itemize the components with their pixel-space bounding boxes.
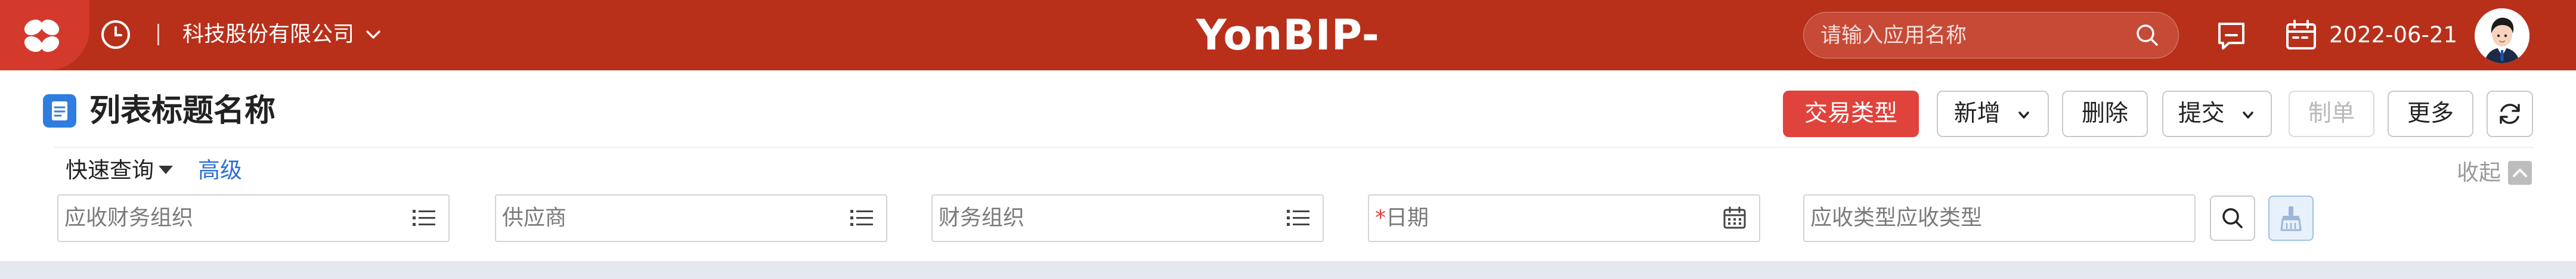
brand-logo-text: YonBIP-HOP bbox=[1196, 11, 1380, 116]
search-icon[interactable] bbox=[2134, 21, 2161, 49]
add-button-label: 新增 bbox=[1953, 100, 2001, 127]
chevron-down-icon[interactable] bbox=[363, 24, 384, 45]
page-title-icon bbox=[43, 94, 76, 128]
list-icon[interactable] bbox=[1286, 206, 1311, 230]
header-separator bbox=[157, 24, 159, 45]
make-button[interactable]: 制单 bbox=[2289, 91, 2374, 137]
receivable-type-placeholder: 应收类型应收类型 bbox=[1810, 206, 1983, 230]
broom-icon bbox=[2280, 206, 2302, 231]
quick-query-toggle[interactable]: 快速查询 bbox=[66, 154, 154, 187]
company-name[interactable]: 科技股份有限公司 bbox=[182, 18, 354, 51]
supplier-field[interactable]: 供应商 bbox=[495, 194, 887, 242]
search-icon bbox=[2222, 208, 2243, 228]
chevron-down-icon bbox=[2018, 111, 2029, 119]
calendar-icon[interactable] bbox=[1722, 206, 1747, 230]
submit-button[interactable]: 提交 bbox=[2162, 91, 2272, 137]
app-logo[interactable] bbox=[0, 0, 89, 70]
receivable-org-placeholder: 应收财务组织 bbox=[64, 206, 194, 230]
finance-org-field[interactable]: 财务组织 bbox=[931, 194, 1324, 242]
collapse-up-icon[interactable] bbox=[2508, 161, 2532, 185]
advanced-query-link[interactable]: 高级 bbox=[198, 154, 242, 187]
date-placeholder: *日期 bbox=[1375, 196, 1429, 241]
receivable-type-field[interactable]: 应收类型应收类型 bbox=[1803, 194, 2196, 242]
app-search-box[interactable] bbox=[1803, 12, 2179, 58]
calendar-icon[interactable] bbox=[2284, 18, 2318, 52]
caret-down-icon[interactable] bbox=[159, 166, 173, 174]
chevron-down-icon bbox=[2243, 111, 2253, 119]
message-icon[interactable] bbox=[2215, 19, 2248, 52]
supplier-placeholder: 供应商 bbox=[502, 206, 567, 230]
delete-button[interactable]: 删除 bbox=[2062, 91, 2148, 137]
page-title: 列表标题名称 bbox=[89, 93, 276, 129]
finance-org-placeholder: 财务组织 bbox=[939, 206, 1025, 230]
top-header: 科技股份有限公司 YonBIP-HOP 2022-06-21 bbox=[0, 0, 2576, 116]
title-divider bbox=[54, 147, 2534, 148]
chevron-up-icon bbox=[2513, 169, 2527, 177]
required-marker: * bbox=[1375, 206, 1386, 230]
collapse-link[interactable]: 收起 bbox=[2457, 156, 2501, 190]
avatar-illustration bbox=[2475, 8, 2529, 63]
receivable-org-field[interactable]: 应收财务组织 bbox=[57, 194, 450, 242]
date-label: 日期 bbox=[1386, 206, 1429, 230]
list-icon[interactable] bbox=[849, 206, 874, 230]
trade-type-button[interactable]: 交易类型 bbox=[1783, 91, 1919, 137]
more-button[interactable]: 更多 bbox=[2388, 91, 2473, 137]
document-icon bbox=[52, 101, 67, 120]
add-button[interactable]: 新增 bbox=[1937, 91, 2049, 137]
date-field[interactable]: *日期 bbox=[1368, 194, 1760, 242]
submit-button-label: 提交 bbox=[2178, 100, 2225, 127]
avatar[interactable] bbox=[2475, 8, 2529, 63]
app-logo-icon bbox=[24, 19, 60, 52]
query-search-button[interactable] bbox=[2210, 196, 2255, 241]
list-icon[interactable] bbox=[411, 206, 436, 230]
refresh-button[interactable] bbox=[2487, 91, 2533, 137]
refresh-icon bbox=[2500, 104, 2520, 124]
clock-icon[interactable] bbox=[99, 18, 132, 51]
app-root: 科技股份有限公司 YonBIP-HOP 2022-06-21 bbox=[0, 0, 2576, 279]
query-clear-button[interactable] bbox=[2268, 196, 2314, 241]
content-area-top bbox=[0, 261, 2576, 279]
app-search-input[interactable] bbox=[1819, 21, 2132, 51]
current-date: 2022-06-21 bbox=[2329, 22, 2458, 48]
